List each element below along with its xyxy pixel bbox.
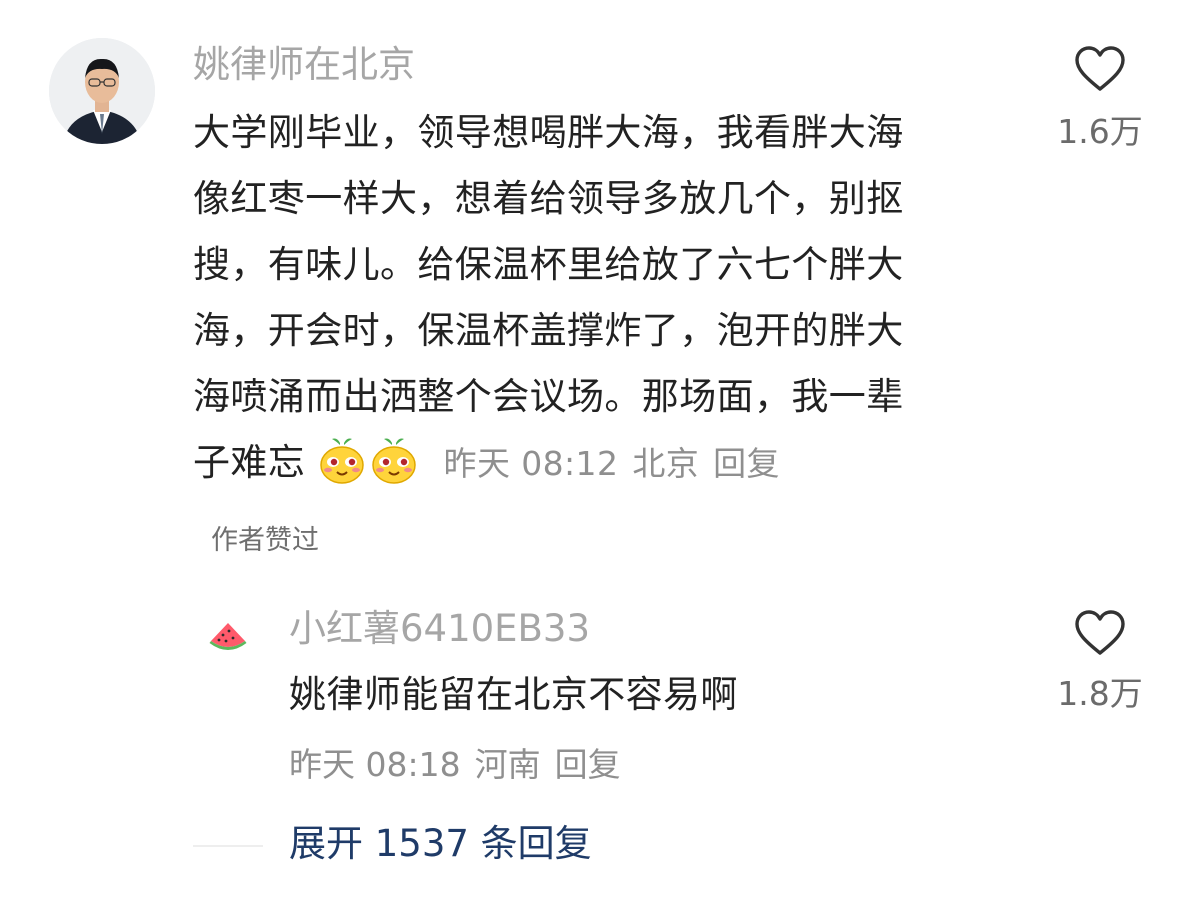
author-liked-badge: 作者赞过 [211, 525, 319, 556]
reply-like-count: 1.8万 [1057, 674, 1143, 713]
comment-body: 大学刚毕业，领导想喝胖大海，我看胖大海 像红枣一样大，想着给领导多放几个，别抠 … [193, 100, 1023, 496]
comment-line: 大学刚毕业，领导想喝胖大海，我看胖大海 [193, 111, 904, 154]
comment-last-line: 子难忘 昨天 08:12 北京 回复 [193, 430, 1023, 496]
comment-line: 搜，有味儿。给保温杯里给放了六七个胖大 [193, 243, 904, 286]
comment-username[interactable]: 姚律师在北京 [193, 40, 415, 90]
comment-time: 昨天 08:12 [443, 444, 619, 483]
reply-avatar[interactable] [208, 617, 248, 657]
user-avatar[interactable] [49, 38, 155, 144]
reply-button[interactable]: 回复 [713, 444, 780, 483]
yellow-face-emoji-icon [317, 435, 367, 485]
like-button[interactable] [1073, 45, 1127, 97]
heart-outline-icon [1075, 610, 1125, 655]
comment-meta: 昨天 08:12 北京 回复 [444, 444, 780, 483]
reply-username[interactable]: 小红薯6410EB33 [289, 604, 590, 654]
comment-line: 海喷涌而出洒整个会议场。那场面，我一辈 [193, 375, 904, 418]
expand-replies-link[interactable]: 展开 1537 条回复 [289, 820, 592, 868]
avatar-portrait-icon [49, 38, 155, 144]
reply-reply-button[interactable]: 回复 [555, 745, 621, 784]
comment-line: 海，开会时，保温杯盖撑炸了，泡开的胖大 [193, 309, 904, 352]
reply-location: 河南 [474, 745, 541, 784]
comment-line-end: 子难忘 [193, 441, 306, 484]
comment-line: 像红枣一样大，想着给领导多放几个，别抠 [193, 177, 904, 220]
reply-like-button[interactable] [1073, 609, 1127, 661]
comment-location: 北京 [632, 444, 700, 483]
expand-divider [193, 845, 263, 847]
heart-outline-icon [1075, 46, 1125, 91]
reply-time: 昨天 08:18 [289, 745, 461, 784]
like-count: 1.6万 [1057, 112, 1143, 151]
reply-text: 姚律师能留在北京不容易啊 [289, 673, 738, 716]
reply-meta: 昨天 08:18 河南 回复 [289, 743, 621, 787]
yellow-face-emoji-icon [369, 435, 419, 485]
watermelon-icon [209, 623, 247, 650]
